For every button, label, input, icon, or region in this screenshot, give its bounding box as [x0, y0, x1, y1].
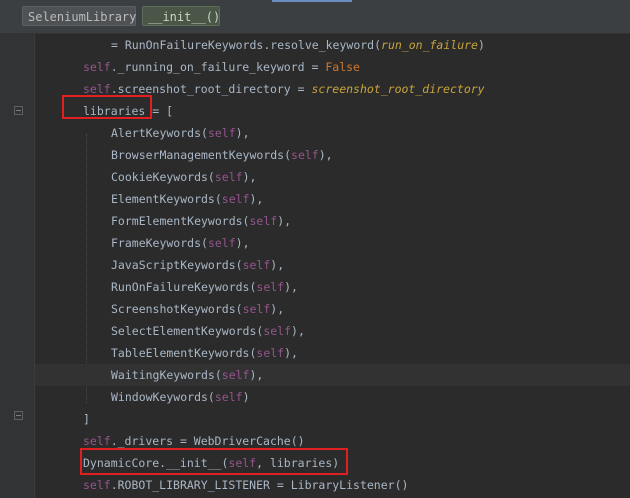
- code-token: ),: [318, 148, 333, 162]
- code-token: ),: [277, 214, 292, 228]
- code-token: ._running_on_failure_keyword =: [110, 60, 326, 74]
- code-line[interactable]: TableElementKeywords(self),: [35, 342, 630, 364]
- code-token: RunOnFailureKeywords(: [111, 280, 257, 294]
- code-token: FrameKeywords(: [111, 236, 208, 250]
- code-token: WindowKeywords(: [111, 390, 215, 404]
- code-token: self: [256, 280, 285, 294]
- fold-marker-icon[interactable]: [14, 106, 23, 115]
- code-text: self.ROBOT_LIBRARY_LISTENER = LibraryLis…: [83, 474, 408, 496]
- code-token: ElementKeywords(: [111, 192, 222, 206]
- annotation-box-libraries: [62, 95, 152, 119]
- code-token: AlertKeywords(: [111, 126, 208, 140]
- code-line[interactable]: ]: [35, 408, 630, 430]
- code-line[interactable]: ElementKeywords(self),: [35, 188, 630, 210]
- code-text: WaitingKeywords(self),: [111, 364, 263, 386]
- code-line[interactable]: JavaScriptKeywords(self),: [35, 254, 630, 276]
- code-token: ): [477, 38, 485, 52]
- code-token: ),: [284, 346, 298, 360]
- code-token: ),: [235, 126, 250, 140]
- code-line[interactable]: self.ROBOT_LIBRARY_LISTENER = LibraryLis…: [35, 474, 630, 496]
- code-text: ScreenshotKeywords(self),: [111, 298, 284, 320]
- annotation-box-dynamiccore: [80, 448, 348, 475]
- code-token: SelectElementKeywords(: [111, 324, 264, 338]
- code-text: self._running_on_failure_keyword = False: [83, 56, 360, 78]
- code-token: CookieKeywords(: [111, 170, 215, 184]
- code-line[interactable]: = RunOnFailureKeywords.resolve_keyword(r…: [35, 34, 630, 56]
- code-text: AlertKeywords(self),: [111, 122, 250, 144]
- code-token: self: [207, 236, 236, 250]
- code-token: self: [242, 258, 271, 272]
- code-token: ),: [249, 368, 264, 382]
- code-text: FormElementKeywords(self),: [111, 210, 291, 232]
- code-token: JavaScriptKeywords(: [111, 258, 243, 272]
- code-text: = RunOnFailureKeywords.resolve_keyword(r…: [111, 34, 485, 56]
- code-line[interactable]: RunOnFailureKeywords(self),: [35, 276, 630, 298]
- code-text: WindowKeywords(self): [111, 386, 250, 408]
- code-line[interactable]: CookieKeywords(self),: [35, 166, 630, 188]
- code-token: self: [249, 214, 278, 228]
- code-token: self: [83, 60, 111, 74]
- code-token: ): [242, 390, 250, 404]
- code-token: .ROBOT_LIBRARY_LISTENER = LibraryListene…: [110, 478, 409, 492]
- code-line[interactable]: WindowKeywords(self): [35, 386, 630, 408]
- breadcrumb-bar: SeleniumLibrary __init__(): [0, 0, 630, 34]
- code-token: run_on_failure: [381, 38, 478, 52]
- code-text: RunOnFailureKeywords(self),: [111, 276, 298, 298]
- code-token: = RunOnFailureKeywords.resolve_keyword(: [111, 38, 382, 52]
- breadcrumb-method[interactable]: __init__(): [142, 6, 220, 26]
- code-line[interactable]: FormElementKeywords(self),: [35, 210, 630, 232]
- code-token: .screenshot_root_directory =: [110, 82, 312, 96]
- code-line[interactable]: BrowserManagementKeywords(self),: [35, 144, 630, 166]
- code-token: self: [256, 346, 285, 360]
- code-token: self: [207, 126, 236, 140]
- breadcrumb-class[interactable]: SeleniumLibrary: [22, 6, 136, 26]
- code-text: TableElementKeywords(self),: [111, 342, 298, 364]
- tab-indicator: [272, 0, 352, 2]
- code-token: self: [242, 302, 271, 316]
- code-token: ),: [270, 258, 285, 272]
- code-token: ),: [235, 236, 250, 250]
- code-token: ScreenshotKeywords(: [111, 302, 243, 316]
- code-token: FormElementKeywords(: [111, 214, 250, 228]
- code-token: self: [221, 192, 250, 206]
- code-text: BrowserManagementKeywords(self),: [111, 144, 333, 166]
- code-text: ]: [83, 408, 90, 430]
- code-token: WaitingKeywords(: [111, 368, 222, 382]
- code-token: self: [214, 390, 243, 404]
- code-token: BrowserManagementKeywords(: [111, 148, 292, 162]
- code-token: self: [221, 368, 250, 382]
- code-text: FrameKeywords(self),: [111, 232, 250, 254]
- code-token: ),: [291, 324, 305, 338]
- code-token: ]: [83, 412, 90, 426]
- code-token: ),: [242, 170, 257, 184]
- code-line[interactable]: AlertKeywords(self),: [35, 122, 630, 144]
- code-token: self: [291, 148, 319, 162]
- code-token: ._drivers = WebDriverCache(): [110, 434, 305, 448]
- code-token: ),: [270, 302, 285, 316]
- code-token: screenshot_root_directory: [311, 82, 485, 96]
- code-token: TableElementKeywords(: [111, 346, 257, 360]
- code-token: self: [214, 170, 243, 184]
- code-token: False: [325, 60, 360, 74]
- code-token: ),: [284, 280, 298, 294]
- code-line[interactable]: self._running_on_failure_keyword = False: [35, 56, 630, 78]
- code-text: JavaScriptKeywords(self),: [111, 254, 284, 276]
- code-token: ),: [249, 192, 264, 206]
- code-text: CookieKeywords(self),: [111, 166, 256, 188]
- code-token: self: [83, 82, 111, 96]
- fold-marker-icon[interactable]: [14, 411, 23, 420]
- code-token: self: [83, 434, 111, 448]
- code-text: SelectElementKeywords(self),: [111, 320, 305, 342]
- code-token: self: [263, 324, 292, 338]
- code-token: self: [83, 478, 111, 492]
- code-line[interactable]: FrameKeywords(self),: [35, 232, 630, 254]
- code-line[interactable]: WaitingKeywords(self),: [35, 364, 630, 386]
- editor-gutter[interactable]: [0, 33, 35, 498]
- code-text: ElementKeywords(self),: [111, 188, 263, 210]
- code-line[interactable]: ScreenshotKeywords(self),: [35, 298, 630, 320]
- code-line[interactable]: SelectElementKeywords(self),: [35, 320, 630, 342]
